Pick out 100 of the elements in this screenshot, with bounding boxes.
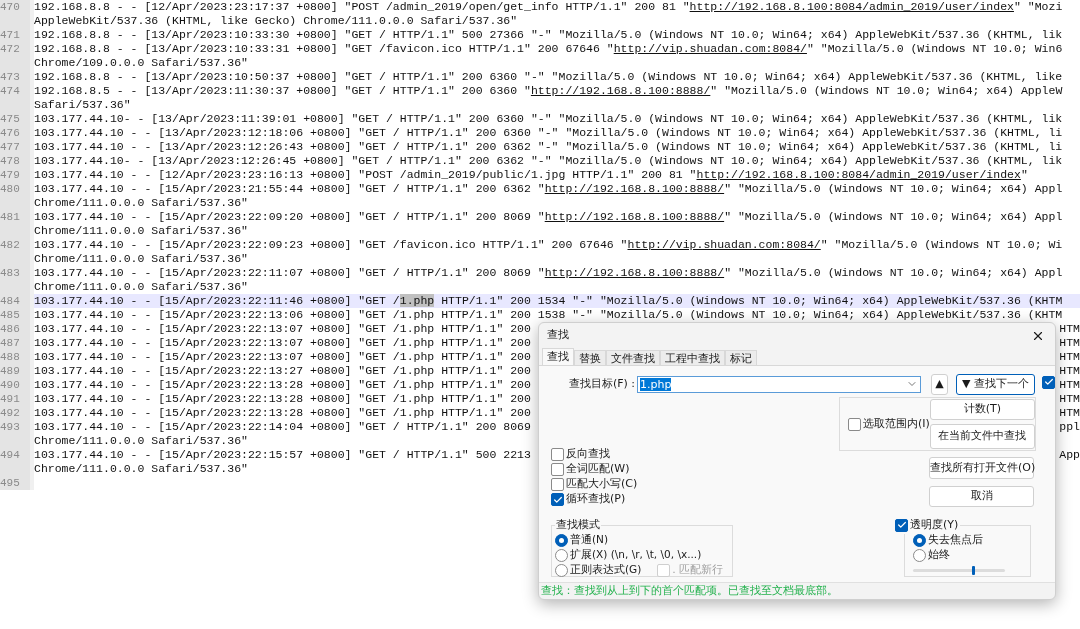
log-link[interactable]: http://192.168.8.100:8888/ (544, 266, 725, 279)
log-line: 103.177.44.10 - - [15/Apr/2023:22:14:04 +0800] "GET / HTTP/1.1" 200 8069 (34, 420, 531, 434)
log-line: 103.177.44.10 - - [15/Apr/2023:22:13:07 +0800] "GET /1.php HTTP/1.1" 200 (34, 336, 531, 350)
line-number: 487 (0, 337, 20, 349)
tab[interactable]: 查找 (542, 348, 574, 365)
log-line: Chrome/109.0.0.0 Safari/537.36" (34, 56, 248, 70)
line-number: 471 (0, 29, 20, 41)
log-line: 103.177.44.10 - - [13/Apr/2023:12:18:06 +0800] "GET / HTTP/1.1" 200 6360 "-" "Mozilla/5.0 (Windows NT 10.0; Win64; x64) AppleWebKit/537.36 (KHTML, li (34, 126, 1063, 140)
field-label: 查找目标(F) : (567, 375, 636, 392)
dialog-title: 查找 (547, 327, 569, 344)
option-label: 始终 (928, 546, 950, 563)
option-label: 选取范围内(I) (863, 415, 930, 432)
check-icon (552, 494, 563, 505)
radio-button[interactable] (555, 533, 568, 547)
log-line: 103.177.44.10 - - [15/Apr/2023:21:55:44 +0800] "GET / HTTP/1.1" 200 6362 "http://192.168.8.100:8888/" "Mozilla/5.0 (Windows NT 10.0; Win64; x64) Appl (34, 182, 1063, 196)
line-number: 483 (0, 267, 20, 279)
line-number: 491 (0, 393, 20, 405)
log-link[interactable]: http://192.168.8.100:8888/ (530, 84, 711, 97)
log-link[interactable]: http://192.168.8.100:8084/admin_2019/user/index (696, 168, 1021, 181)
radio-button[interactable] (913, 548, 926, 562)
line-number: 488 (0, 351, 20, 363)
log-link[interactable]: http://192.168.8.100:8888/ (544, 182, 725, 195)
line-number: 472 (0, 43, 20, 55)
find-all-open-files-button[interactable]: 查找所有打开文件(O) (929, 457, 1034, 479)
checkbox[interactable] (848, 417, 861, 431)
option-label: 透明度(Y) (910, 517, 959, 533)
transparency-slider[interactable] (913, 565, 1005, 575)
log-line: 103.177.44.10 - - [12/Apr/2023:23:16:13 +0800] "POST /admin_2019/public/1.jpg HTTP/1.1" 200 81 "http://192.168.8.100:8084/admin_2019/user/index" (34, 168, 1028, 182)
log-line: 103.177.44.10 - - [15/Apr/2023:22:11:07 +0800] "GET / HTTP/1.1" 200 8069 "http://192.168.8.100:8888/" "Mozilla/5.0 (Windows NT 10.0; Win64; x64) Appl (34, 266, 1063, 280)
tab[interactable]: 文件查找 (606, 350, 660, 365)
line-number: 477 (0, 141, 20, 153)
line-number: 480 (0, 183, 20, 195)
slider-thumb[interactable] (971, 565, 975, 575)
line-number: 475 (0, 113, 20, 125)
line-number: 489 (0, 365, 20, 377)
count-button[interactable]: 计数(T) (929, 399, 1035, 420)
line-number: 478 (0, 155, 20, 167)
log-line-fragment: HTM (1059, 336, 1080, 350)
option-label: 扩展(X) (\n, \r, \t, \0, \x...) (570, 547, 702, 563)
tab[interactable]: 工程中查找 (660, 350, 725, 365)
log-line: 103.177.44.10 - - [15/Apr/2023:22:13:28 +0800] "GET /1.php HTTP/1.1" 200 (34, 392, 531, 406)
line-number: 492 (0, 407, 20, 419)
log-line: 103.177.44.10- - [13/Apr/2023:11:39:01 +0800] "GET / HTTP/1.1" 200 6360 "-" "Mozilla/5.0 (Windows NT 10.0; Win64; x64) AppleWebKit/537.36 (KHTML, lik (34, 112, 1063, 126)
log-line: 103.177.44.10 - - [15/Apr/2023:22:11:46 +0800] "GET /1.php HTTP/1.1" 200 1534 "-" "Mozilla/5.0 (Windows NT 10.0; Win64; x64) AppleWebKit/537.36 (KHTM (34, 294, 1063, 308)
option-label: 普通(N) (570, 532, 609, 548)
search-field[interactable]: 1.php (637, 375, 921, 393)
tab[interactable]: 替换 (574, 350, 606, 365)
log-line: Chrome/111.0.0.0 Safari/537.36" (34, 462, 248, 476)
option-label: 全词匹配(W) (566, 461, 630, 478)
find-next-button[interactable]: ▼ 查找下一个 (956, 373, 1035, 395)
log-line: Chrome/111.0.0.0 Safari/537.36" (34, 252, 248, 266)
log-link[interactable]: http://192.168.8.100:8888/ (544, 210, 725, 223)
option-label: 匹配大小写(C) (566, 476, 638, 493)
log-line-fragment: App (1059, 448, 1080, 462)
line-number: 476 (0, 127, 20, 139)
log-line-fragment: HTM (1059, 322, 1080, 336)
tab[interactable]: 标记 (725, 350, 757, 365)
line-number: 470 (0, 1, 20, 13)
log-line-fragment: HTM (1059, 378, 1080, 392)
line-number: 473 (0, 71, 20, 83)
radio-button[interactable] (555, 548, 568, 562)
radio-button[interactable] (913, 533, 926, 547)
log-line: Chrome/111.0.0.0 Safari/537.36" (34, 280, 248, 294)
radio-button[interactable] (555, 563, 568, 577)
line-number: 481 (0, 211, 20, 223)
checkbox[interactable] (551, 463, 564, 476)
line-number: 495 (0, 477, 20, 489)
status-message: 查找：查找到从上到下的首个匹配项。已查找至文档最底部。 (541, 583, 838, 599)
log-link[interactable]: http://vip.shuadan.com:8084/ (613, 42, 807, 55)
checkbox[interactable] (1042, 375, 1055, 389)
log-line: Chrome/111.0.0.0 Safari/537.36" (34, 196, 248, 210)
cancel-button[interactable]: 取消 (929, 486, 1034, 507)
log-line: 103.177.44.10- - [13/Apr/2023:12:26:45 +0800] "GET / HTTP/1.1" 200 6362 "-" "Mozilla/5.0 (Windows NT 10.0; Win64; x64) AppleWebKit/537.36 (KHTML, lik (34, 154, 1063, 168)
log-line: 103.177.44.10 - - [15/Apr/2023:22:13:27 +0800] "GET /1.php HTTP/1.1" 200 (34, 364, 531, 378)
log-line-fragment: HTM (1059, 392, 1080, 406)
checkbox[interactable] (551, 493, 564, 506)
checkbox[interactable] (895, 518, 908, 532)
group-title: 查找模式 (555, 517, 601, 533)
log-line: 103.177.44.10 - - [15/Apr/2023:22:13:28 +0800] "GET /1.php HTTP/1.1" 200 (34, 406, 531, 420)
checkbox[interactable] (551, 448, 564, 461)
log-line: 192.168.8.8 - - [13/Apr/2023:10:50:37 +0800] "GET / HTTP/1.1" 200 6360 "-" "Mozilla/5.0 (Windows NT 10.0; Win64; x64) AppleWebKit/537.36 (KHTML, like (34, 70, 1063, 84)
log-line-fragment: HTM (1059, 364, 1080, 378)
log-line: 192.168.8.5 - - [13/Apr/2023:11:30:37 +0800] "GET / HTTP/1.1" 200 6360 "http://192.168.8.100:8888/" "Mozilla/5.0 (Windows NT 10.0; Win64; x64) AppleW (34, 84, 1063, 98)
find-previous-button[interactable]: ▲ (931, 373, 948, 395)
check-icon (1043, 377, 1054, 387)
checkbox[interactable] (551, 478, 564, 491)
log-link[interactable]: http://vip.shuadan.com:8084/ (627, 238, 821, 251)
log-line: 103.177.44.10 - - [15/Apr/2023:22:13:07 +0800] "GET /1.php HTTP/1.1" 200 (34, 350, 531, 364)
find-in-current-file-button[interactable]: 在当前文件中查找 (929, 424, 1035, 449)
log-line: Safari/537.36" (34, 98, 131, 112)
option-label: 反向查找 (566, 446, 610, 463)
log-line-fragment: HTM (1059, 350, 1080, 364)
log-line: 192.168.8.8 - - [13/Apr/2023:10:33:31 +0800] "GET /favicon.ico HTTP/1.1" 200 67646 "http://vip.shuadan.com:8084/" "Mozilla/5.0 (Windows NT 10.0; Win6 (34, 42, 1063, 56)
log-link[interactable]: http://192.168.8.100:8084/admin_2019/user/index (689, 0, 1014, 13)
log-line: Chrome/111.0.0.0 Safari/537.36" (34, 434, 248, 448)
line-number: 485 (0, 309, 20, 321)
line-number: 493 (0, 421, 20, 433)
option-label: 正则表达式(G) (570, 562, 642, 578)
line-number: 474 (0, 85, 20, 97)
log-line: 103.177.44.10 - - [13/Apr/2023:12:26:43 +0800] "GET / HTTP/1.1" 200 6362 "-" "Mozilla/5.0 (Windows NT 10.0; Win64; x64) AppleWebKit/537.36 (KHTML, li (34, 140, 1063, 154)
